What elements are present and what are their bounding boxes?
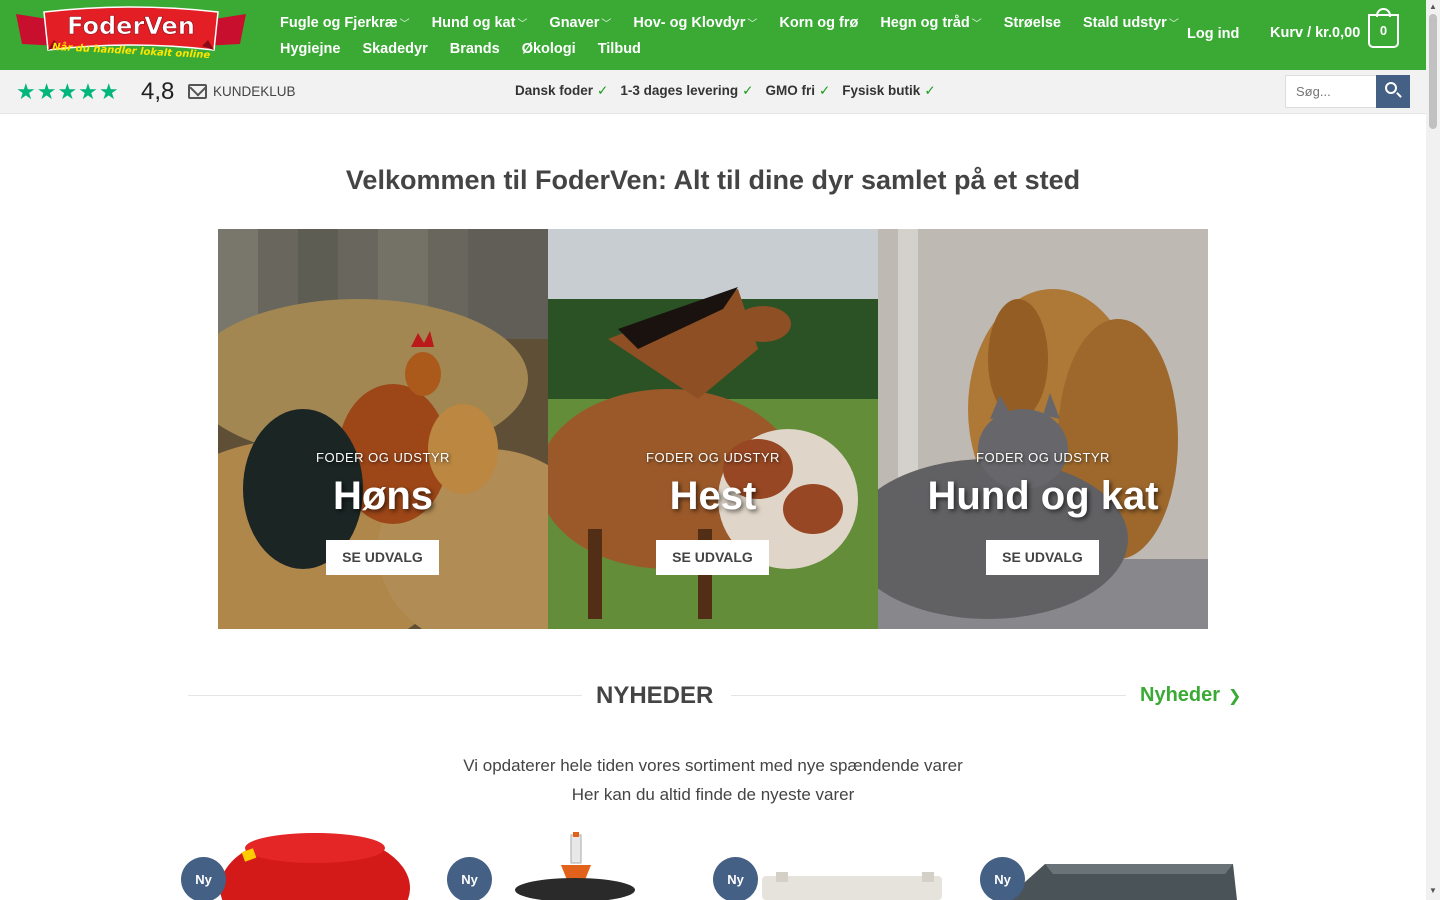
chevron-down-icon: ﹀	[601, 19, 612, 30]
nav-item[interactable]: Hegn og tråd ﹀	[880, 15, 981, 31]
product-image[interactable]	[215, 828, 415, 900]
product-image[interactable]	[505, 830, 645, 900]
usp-list: Dansk foder ✓ 1-3 dages levering ✓ GMO fri…	[515, 83, 948, 99]
search-icon-handle	[1396, 92, 1402, 98]
scroll-up-arrow-icon[interactable]: ▲	[1429, 2, 1437, 11]
nav-item[interactable]: Korn og frø	[779, 15, 858, 31]
new-badge: Ny	[447, 857, 492, 900]
new-badge: Ny	[980, 857, 1025, 900]
usp-label: Dansk foder	[515, 83, 594, 98]
search-button[interactable]	[1376, 75, 1410, 108]
category-subtitle: FODER OG UDSTYR	[646, 450, 780, 465]
site-header: FoderVen Når du handler lokalt online Fu…	[0, 0, 1426, 70]
category-title: Hest	[669, 474, 757, 518]
trustpilot-stars-icon[interactable]: ★★★★★	[16, 79, 120, 105]
news-link-label: Nyheder	[1140, 684, 1221, 706]
nav-item[interactable]: Skadedyr	[362, 41, 427, 57]
nav-item[interactable]: Tilbud	[598, 41, 641, 57]
kundeklub-link[interactable]: KUNDEKLUB	[213, 84, 296, 99]
nav-item[interactable]: Økologi	[522, 41, 576, 57]
login-link[interactable]: Log ind	[1187, 26, 1239, 42]
category-title: Høns	[333, 474, 433, 518]
usp-bar: ★★★★★ 4,8 KUNDEKLUB Dansk foder ✓ 1-3 dag…	[0, 70, 1426, 114]
search-icon	[1385, 82, 1397, 94]
usp-item: Dansk foder ✓	[515, 83, 608, 99]
check-icon: ✓	[924, 83, 936, 98]
category-title: Hund og kat	[927, 474, 1159, 518]
usp-label: Fysisk butik	[842, 83, 921, 98]
chevron-down-icon: ﹀	[747, 19, 758, 30]
news-section-title: NYHEDER	[596, 682, 714, 709]
envelope-icon[interactable]	[188, 84, 207, 99]
nav-item-label: Hov- og Klovdyr	[633, 15, 746, 31]
svg-text:FoderVen: FoderVen	[67, 12, 195, 40]
scroll-thumb[interactable]	[1429, 14, 1437, 129]
rating-value: 4,8	[141, 78, 175, 105]
nav-item-label: Stald udstyr	[1082, 15, 1167, 31]
usp-item: GMO fri ✓	[765, 83, 830, 99]
page-scrollbar[interactable]: ▲ ▼	[1426, 0, 1440, 900]
main-nav-row-2: Hygiejne Skadedyr Brands Økologi Tilbud	[280, 36, 1160, 62]
cart-link[interactable]: Kurv / kr.0,00	[1270, 25, 1360, 41]
main-nav: Fugle og Fjerkræ ﹀ Hund og kat ﹀ Gnaver ﹀ Hov-…	[280, 10, 1179, 62]
check-icon: ✓	[742, 83, 754, 98]
nav-item[interactable]: Brands	[450, 41, 500, 57]
section-divider-right	[731, 695, 1126, 696]
nav-item-label: Fugle og Fjerkræ	[280, 15, 398, 31]
product-image[interactable]	[1005, 856, 1237, 900]
usp-label: GMO fri	[765, 83, 815, 98]
nav-item[interactable]: Fugle og Fjerkræ ﹀	[280, 15, 410, 31]
chevron-down-icon: ﹀	[971, 19, 982, 30]
nav-item[interactable]: Hygiejne	[280, 41, 340, 57]
new-badge: Ny	[713, 857, 758, 900]
foderven-logo[interactable]: FoderVen Når du handler lokalt online	[14, 6, 248, 64]
category-card-hund-og-kat[interactable]: FODER OG UDSTYR Hund og kat SE UDVALG	[878, 229, 1208, 629]
category-card-hoens[interactable]: FODER OG UDSTYR Høns SE UDVALG	[218, 229, 548, 629]
news-link[interactable]: Nyheder ❯	[1140, 684, 1241, 707]
main-nav-row-1: Fugle og Fjerkræ ﹀ Hund og kat ﹀ Gnaver ﹀ Hov-…	[280, 10, 1179, 36]
nav-item[interactable]: Strøelse	[1004, 15, 1061, 31]
nav-item-label: Hund og kat	[431, 15, 516, 31]
product-image[interactable]	[752, 868, 952, 900]
check-icon: ✓	[818, 83, 831, 98]
se-udvalg-button[interactable]: SE UDVALG	[656, 540, 769, 575]
news-description: Vi opdaterer hele tiden vores sortiment …	[0, 751, 1426, 809]
news-description-line: Her kan du altid finde de nyeste varer	[571, 785, 855, 804]
chevron-down-icon: ﹀	[399, 19, 410, 30]
section-divider-left	[188, 695, 582, 696]
nav-item[interactable]: Stald udstyr ﹀	[1083, 15, 1179, 31]
chevron-right-icon: ❯	[1228, 688, 1242, 705]
nav-item[interactable]: Gnaver ﹀	[549, 15, 611, 31]
welcome-heading: Velkommen til FoderVen: Alt til dine dyr…	[345, 165, 1081, 195]
usp-label: 1-3 dages levering	[620, 83, 739, 98]
category-card-hest[interactable]: FODER OG UDSTYR Hest SE UDVALG	[548, 229, 878, 629]
se-udvalg-button[interactable]: SE UDVALG	[986, 540, 1099, 575]
nav-item-label: Korn og frø	[779, 15, 859, 31]
se-udvalg-button[interactable]: SE UDVALG	[326, 540, 439, 575]
chevron-down-icon: ﹀	[517, 19, 528, 30]
search-input[interactable]	[1285, 75, 1377, 108]
nav-item-label: Hegn og tråd	[880, 15, 970, 31]
nav-item[interactable]: Hov- og Klovdyr ﹀	[633, 15, 757, 31]
nav-item-label: Gnaver	[549, 15, 600, 31]
check-icon: ✓	[597, 83, 609, 98]
new-badge: Ny	[181, 857, 226, 900]
cart-count-badge[interactable]: 0	[1368, 14, 1399, 48]
usp-item: Fysisk butik ✓	[842, 83, 935, 99]
nav-item-label: Strøelse	[1003, 15, 1061, 31]
category-subtitle: FODER OG UDSTYR	[976, 450, 1110, 465]
news-description-line: Vi opdaterer hele tiden vores sortiment …	[463, 756, 963, 775]
chevron-down-icon: ﹀	[1168, 19, 1179, 30]
usp-item: 1-3 dages levering ✓	[620, 83, 753, 99]
nav-item[interactable]: Hund og kat ﹀	[432, 15, 528, 31]
category-subtitle: FODER OG UDSTYR	[316, 450, 450, 465]
scroll-down-arrow-icon[interactable]: ▼	[1429, 886, 1437, 895]
